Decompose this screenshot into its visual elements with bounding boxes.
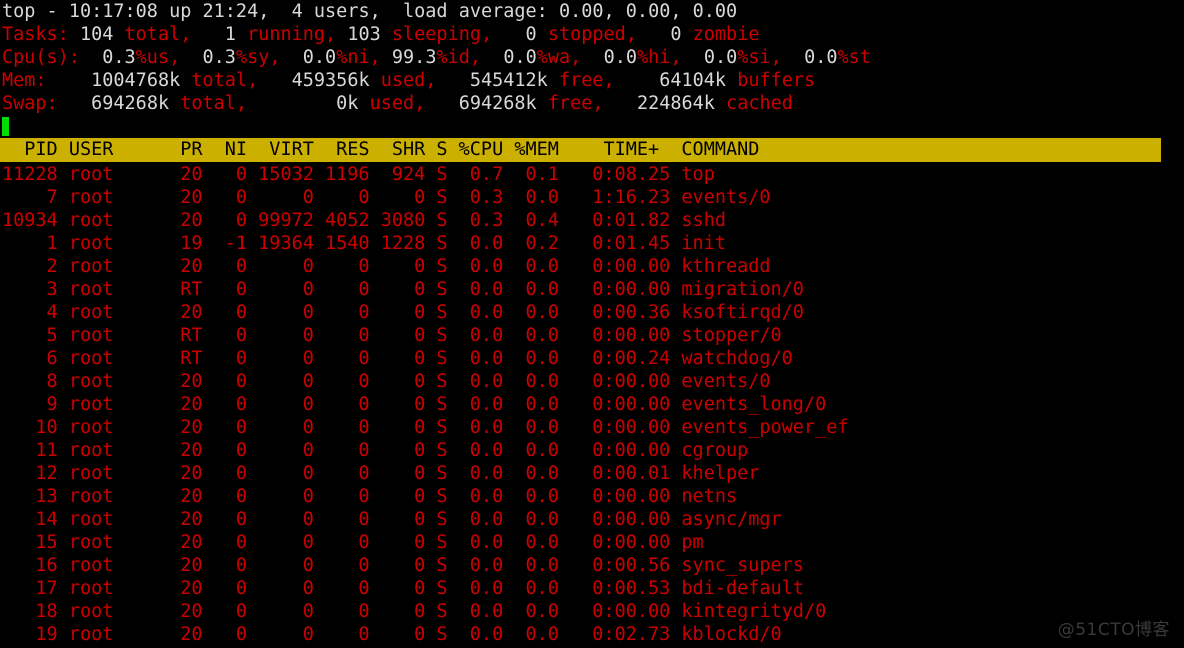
swap-free-value: 694268k	[458, 93, 537, 114]
table-row[interactable]: 3 root RT 0 0 0 0 S 0.0 0.0 0:00.00 migr…	[0, 278, 1184, 301]
site-watermark: @51CTO博客	[1057, 620, 1170, 640]
tasks-total-label: total,	[124, 24, 192, 45]
cpu-hi-label: %hi,	[637, 47, 682, 68]
cpu-id-value: 99.3	[391, 47, 437, 68]
table-row[interactable]: 7 root 20 0 0 0 0 S 0.3 0.0 1:16.23 even…	[0, 186, 1184, 209]
cpu-line: Cpu(s): 0.3%us, 0.3%sy, 0.0%ni, 99.3%id,…	[0, 46, 1184, 69]
table-row[interactable]: 9 root 20 0 0 0 0 S 0.0 0.0 0:00.00 even…	[0, 393, 1184, 416]
table-row[interactable]: 10 root 20 0 0 0 0 S 0.0 0.0 0:00.00 eve…	[0, 416, 1184, 439]
swap-total-value: 694268k	[91, 93, 170, 114]
tasks-zombie-value: 0	[670, 24, 682, 45]
table-row[interactable]: 15 root 20 0 0 0 0 S 0.0 0.0 0:00.00 pm	[0, 531, 1184, 554]
table-row[interactable]: 2 root 20 0 0 0 0 S 0.0 0.0 0:00.00 kthr…	[0, 255, 1184, 278]
swap-free-label: free,	[547, 93, 604, 114]
tasks-sleeping-value: 103	[347, 24, 381, 45]
cpu-st-value: 0.0	[804, 47, 838, 68]
load-average-1min: 0.00,	[558, 1, 615, 22]
swap-line: Swap: 694268k total, 0k used, 694268k fr…	[0, 92, 1184, 115]
table-row[interactable]: 17 root 20 0 0 0 0 S 0.0 0.0 0:00.53 bdi…	[0, 577, 1184, 600]
table-row[interactable]: 19 root 20 0 0 0 0 S 0.0 0.0 0:02.73 kbl…	[0, 623, 1184, 646]
top-uptime-line: top - 10:17:08 up 21:24, 4 users, load a…	[0, 0, 1184, 23]
table-row[interactable]: 6 root RT 0 0 0 0 S 0.0 0.0 0:00.24 watc…	[0, 347, 1184, 370]
swap-used-label: used,	[369, 93, 426, 114]
cpu-sy-value: 0.3	[202, 47, 236, 68]
table-row[interactable]: 11228 root 20 0 15032 1196 924 S 0.7 0.1…	[0, 163, 1184, 186]
tasks-label: Tasks:	[2, 24, 69, 45]
cpu-wa-label: %wa,	[536, 47, 582, 68]
swap-used-value: 0k	[336, 93, 359, 114]
uptime-users-count: 4	[291, 1, 303, 22]
terminal-window[interactable]: top - 10:17:08 up 21:24, 4 users, load a…	[0, 0, 1184, 648]
load-average-label: load average:	[403, 1, 548, 22]
cpu-ni-label: %ni,	[336, 47, 381, 68]
mem-line: Mem: 1004768k total, 459356k used, 54541…	[0, 69, 1184, 92]
swap-label: Swap:	[2, 93, 58, 114]
cpu-ni-value: 0.0	[302, 47, 337, 68]
text-cursor	[2, 117, 9, 136]
uptime-program-label: top -	[2, 1, 58, 22]
uptime-users-label: users,	[313, 1, 381, 22]
table-row[interactable]: 5 root RT 0 0 0 0 S 0.0 0.0 0:00.00 stop…	[0, 324, 1184, 347]
process-table-body[interactable]: 11228 root 20 0 15032 1196 924 S 0.7 0.1…	[0, 163, 1184, 646]
mem-free-label: free,	[558, 70, 615, 91]
uptime-clock: 10:17:08	[68, 1, 158, 22]
cpu-sy-label: %sy,	[235, 47, 281, 68]
table-row[interactable]: 16 root 20 0 0 0 0 S 0.0 0.0 0:00.56 syn…	[0, 554, 1184, 577]
load-average-5min: 0.00,	[625, 1, 682, 22]
mem-used-label: used,	[380, 70, 437, 91]
uptime-up-label: up	[169, 1, 192, 22]
table-row[interactable]: 14 root 20 0 0 0 0 S 0.0 0.0 0:00.00 asy…	[0, 508, 1184, 531]
cpu-hi-value: 0.0	[603, 47, 637, 68]
cpu-wa-value: 0.0	[503, 47, 537, 68]
cpu-us-label: %us,	[135, 47, 181, 68]
mem-free-value: 545412k	[469, 70, 548, 91]
cpu-si-label: %si,	[737, 47, 782, 68]
tasks-zombie-label: zombie	[692, 24, 760, 45]
mem-total-label: total,	[191, 70, 259, 91]
tasks-line: Tasks: 104 total, 1 running, 103 sleepin…	[0, 23, 1184, 46]
swap-cached-value: 224864k	[636, 93, 715, 114]
tasks-sleeping-label: sleeping,	[391, 24, 493, 45]
table-row[interactable]: 11 root 20 0 0 0 0 S 0.0 0.0 0:00.00 cgr…	[0, 439, 1184, 462]
cpu-label: Cpu(s):	[2, 47, 80, 68]
process-table-header: PID USER PR NI VIRT RES SHR S %CPU %MEM …	[0, 138, 1161, 162]
swap-cached-label: cached	[726, 93, 793, 114]
tasks-running-value: 1	[224, 24, 236, 45]
table-row[interactable]: 1 root 19 -1 19364 1540 1228 S 0.0 0.2 0…	[0, 232, 1184, 255]
table-row[interactable]: 8 root 20 0 0 0 0 S 0.0 0.0 0:00.00 even…	[0, 370, 1184, 393]
tasks-stopped-value: 0	[525, 24, 537, 45]
cpu-st-label: %st	[837, 47, 871, 68]
uptime-duration: 21:24,	[202, 1, 270, 22]
mem-buffers-value: 64104k	[659, 70, 727, 91]
tasks-running-label: running,	[247, 24, 337, 45]
table-row[interactable]: 12 root 20 0 0 0 0 S 0.0 0.0 0:00.01 khe…	[0, 462, 1184, 485]
mem-used-value: 459356k	[291, 70, 370, 91]
load-average-15min: 0.00	[692, 1, 738, 22]
mem-total-value: 1004768k	[91, 70, 181, 91]
table-row[interactable]: 4 root 20 0 0 0 0 S 0.0 0.0 0:00.36 ksof…	[0, 301, 1184, 324]
tasks-total-value: 104	[79, 24, 114, 45]
tasks-stopped-label: stopped,	[547, 24, 637, 45]
table-row[interactable]: 18 root 20 0 0 0 0 S 0.0 0.0 0:00.00 kin…	[0, 600, 1184, 623]
terminal-cursor-line	[0, 115, 1184, 138]
cpu-si-value: 0.0	[703, 47, 738, 68]
table-row[interactable]: 10934 root 20 0 99972 4052 3080 S 0.3 0.…	[0, 209, 1184, 232]
table-row[interactable]: 13 root 20 0 0 0 0 S 0.0 0.0 0:00.00 net…	[0, 485, 1184, 508]
cpu-id-label: %id,	[436, 47, 482, 68]
swap-total-label: total,	[180, 93, 248, 114]
mem-label: Mem:	[2, 70, 47, 91]
cpu-us-value: 0.3	[102, 47, 136, 68]
mem-buffers-label: buffers	[737, 70, 816, 91]
